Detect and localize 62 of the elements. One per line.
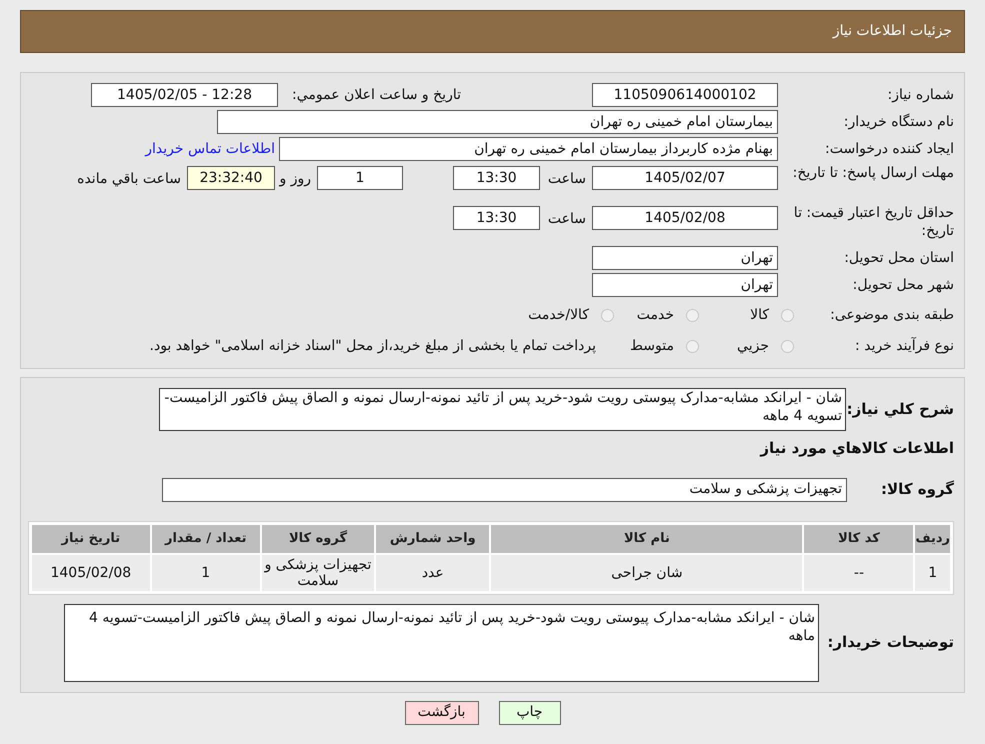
column-header: گروه کالا bbox=[260, 524, 376, 554]
column-header: ردیف bbox=[914, 524, 951, 554]
column-header: واحد شمارش bbox=[375, 524, 490, 554]
column-header: تعداد / مقدار bbox=[150, 524, 261, 554]
text-field[interactable]: بهنام مژده کاربرداز بیمارستان امام خمینی ره تهران bbox=[279, 137, 778, 161]
section-title: اطلاعات كالاهاي مورد نياز bbox=[760, 438, 954, 459]
contact-link[interactable]: اطلاعات تماس خریدار bbox=[145, 138, 275, 160]
field-label: حداقل تاریخ اعتبار قیمت: تا تاریخ: bbox=[792, 204, 954, 240]
option-label: کالا bbox=[750, 306, 769, 325]
text-field[interactable]: 1405/02/05 - 12:28 bbox=[91, 83, 278, 107]
field-label: شهر محل تحویل: bbox=[852, 276, 954, 294]
text-field[interactable]: 1405/02/08 bbox=[592, 206, 778, 230]
field-label: ساعت bbox=[546, 170, 587, 189]
text-field[interactable]: تهران bbox=[592, 246, 778, 270]
option-label: کالا/خدمت bbox=[528, 306, 589, 325]
radio-button[interactable] bbox=[601, 309, 614, 322]
text-field[interactable]: 1105090614000102 bbox=[592, 83, 778, 107]
column-header: نام کالا bbox=[490, 524, 804, 554]
countdown-field[interactable]: 23:32:40 bbox=[187, 166, 275, 190]
text-field[interactable]: تجهیزات پزشکی و سلامت bbox=[162, 478, 847, 502]
field-label: شماره نیاز: bbox=[886, 86, 954, 104]
print-button[interactable]: چاپ bbox=[498, 700, 560, 724]
option-label: جزيي bbox=[737, 337, 769, 356]
text-field[interactable]: 1405/02/07 bbox=[592, 166, 778, 190]
text-field[interactable]: بیمارستان امام خمینی ره تهران bbox=[217, 110, 778, 134]
table-cell: عدد bbox=[375, 554, 490, 592]
table-cell: -- bbox=[803, 554, 914, 592]
column-header: کد کالا bbox=[803, 524, 914, 554]
radio-button[interactable] bbox=[781, 309, 794, 322]
back-button[interactable]: بازگشت bbox=[404, 700, 478, 724]
table-cell: شان جراحی bbox=[490, 554, 804, 592]
field-label: ساعت bbox=[546, 210, 587, 229]
option-label: خدمت bbox=[636, 306, 674, 325]
field-label: تاریخ و ساعت اعلان عمومي: bbox=[291, 86, 461, 104]
column-header: تاریخ نیاز bbox=[31, 524, 151, 554]
page-title: جزئیات اطلاعات نیاز bbox=[832, 22, 952, 41]
field-label: مهلت ارسال پاسخ: تا تاریخ: bbox=[792, 164, 954, 182]
table-cell: 1 bbox=[150, 554, 261, 592]
field-label: ایجاد کننده درخواست: bbox=[824, 140, 954, 158]
radio-button[interactable] bbox=[686, 340, 699, 353]
option-label: متوسط bbox=[630, 337, 674, 356]
text-field[interactable]: 1 bbox=[317, 166, 403, 190]
text-field[interactable]: تهران bbox=[592, 273, 778, 297]
radio-button[interactable] bbox=[686, 309, 699, 322]
note-text: پرداخت تمام یا بخشی از مبلغ خرید،از محل "اسناد خزانه اسلامی" خواهد بود. bbox=[150, 337, 596, 356]
field-label: گروه کالا: bbox=[880, 479, 954, 500]
table-cell: 1405/02/08 bbox=[31, 554, 151, 592]
text-field[interactable]: 13:30 bbox=[453, 166, 540, 190]
field-label: نوع فرآیند خرید : bbox=[854, 336, 954, 356]
field-label: توضیحات خریدار: bbox=[826, 632, 954, 654]
radio-button[interactable] bbox=[781, 340, 794, 353]
description-textarea[interactable]: شان - ایرانکد مشابه-مدارک پیوستی رویت شود-خرید پس از تائید نمونه-ارسال نمونه و الصاق پیش فاکتور الزامیست-تسویه 4 ماهه bbox=[159, 388, 846, 431]
field-label: استان محل تحویل: bbox=[843, 248, 954, 268]
table-cell: 1 bbox=[914, 554, 951, 592]
notes-textarea[interactable]: شان - ایرانکد مشابه-مدارک پیوستی رویت شود-خرید پس از تائید نمونه-ارسال نمونه و الصاق پیش فاکتور الزامیست-تسویه 4 ماهه bbox=[64, 604, 819, 682]
field-label: طبقه بندی موضوعی: bbox=[829, 306, 954, 325]
field-label: روز و bbox=[278, 170, 312, 189]
text-field[interactable]: 13:30 bbox=[453, 206, 540, 230]
table-cell: تجهیزات پزشکی و سلامت bbox=[260, 554, 376, 592]
field-label: ساعت باقي مانده bbox=[77, 170, 182, 189]
field-label: شرح كلي نياز: bbox=[846, 399, 954, 420]
field-label: نام دستگاه خریدار: bbox=[842, 112, 954, 132]
